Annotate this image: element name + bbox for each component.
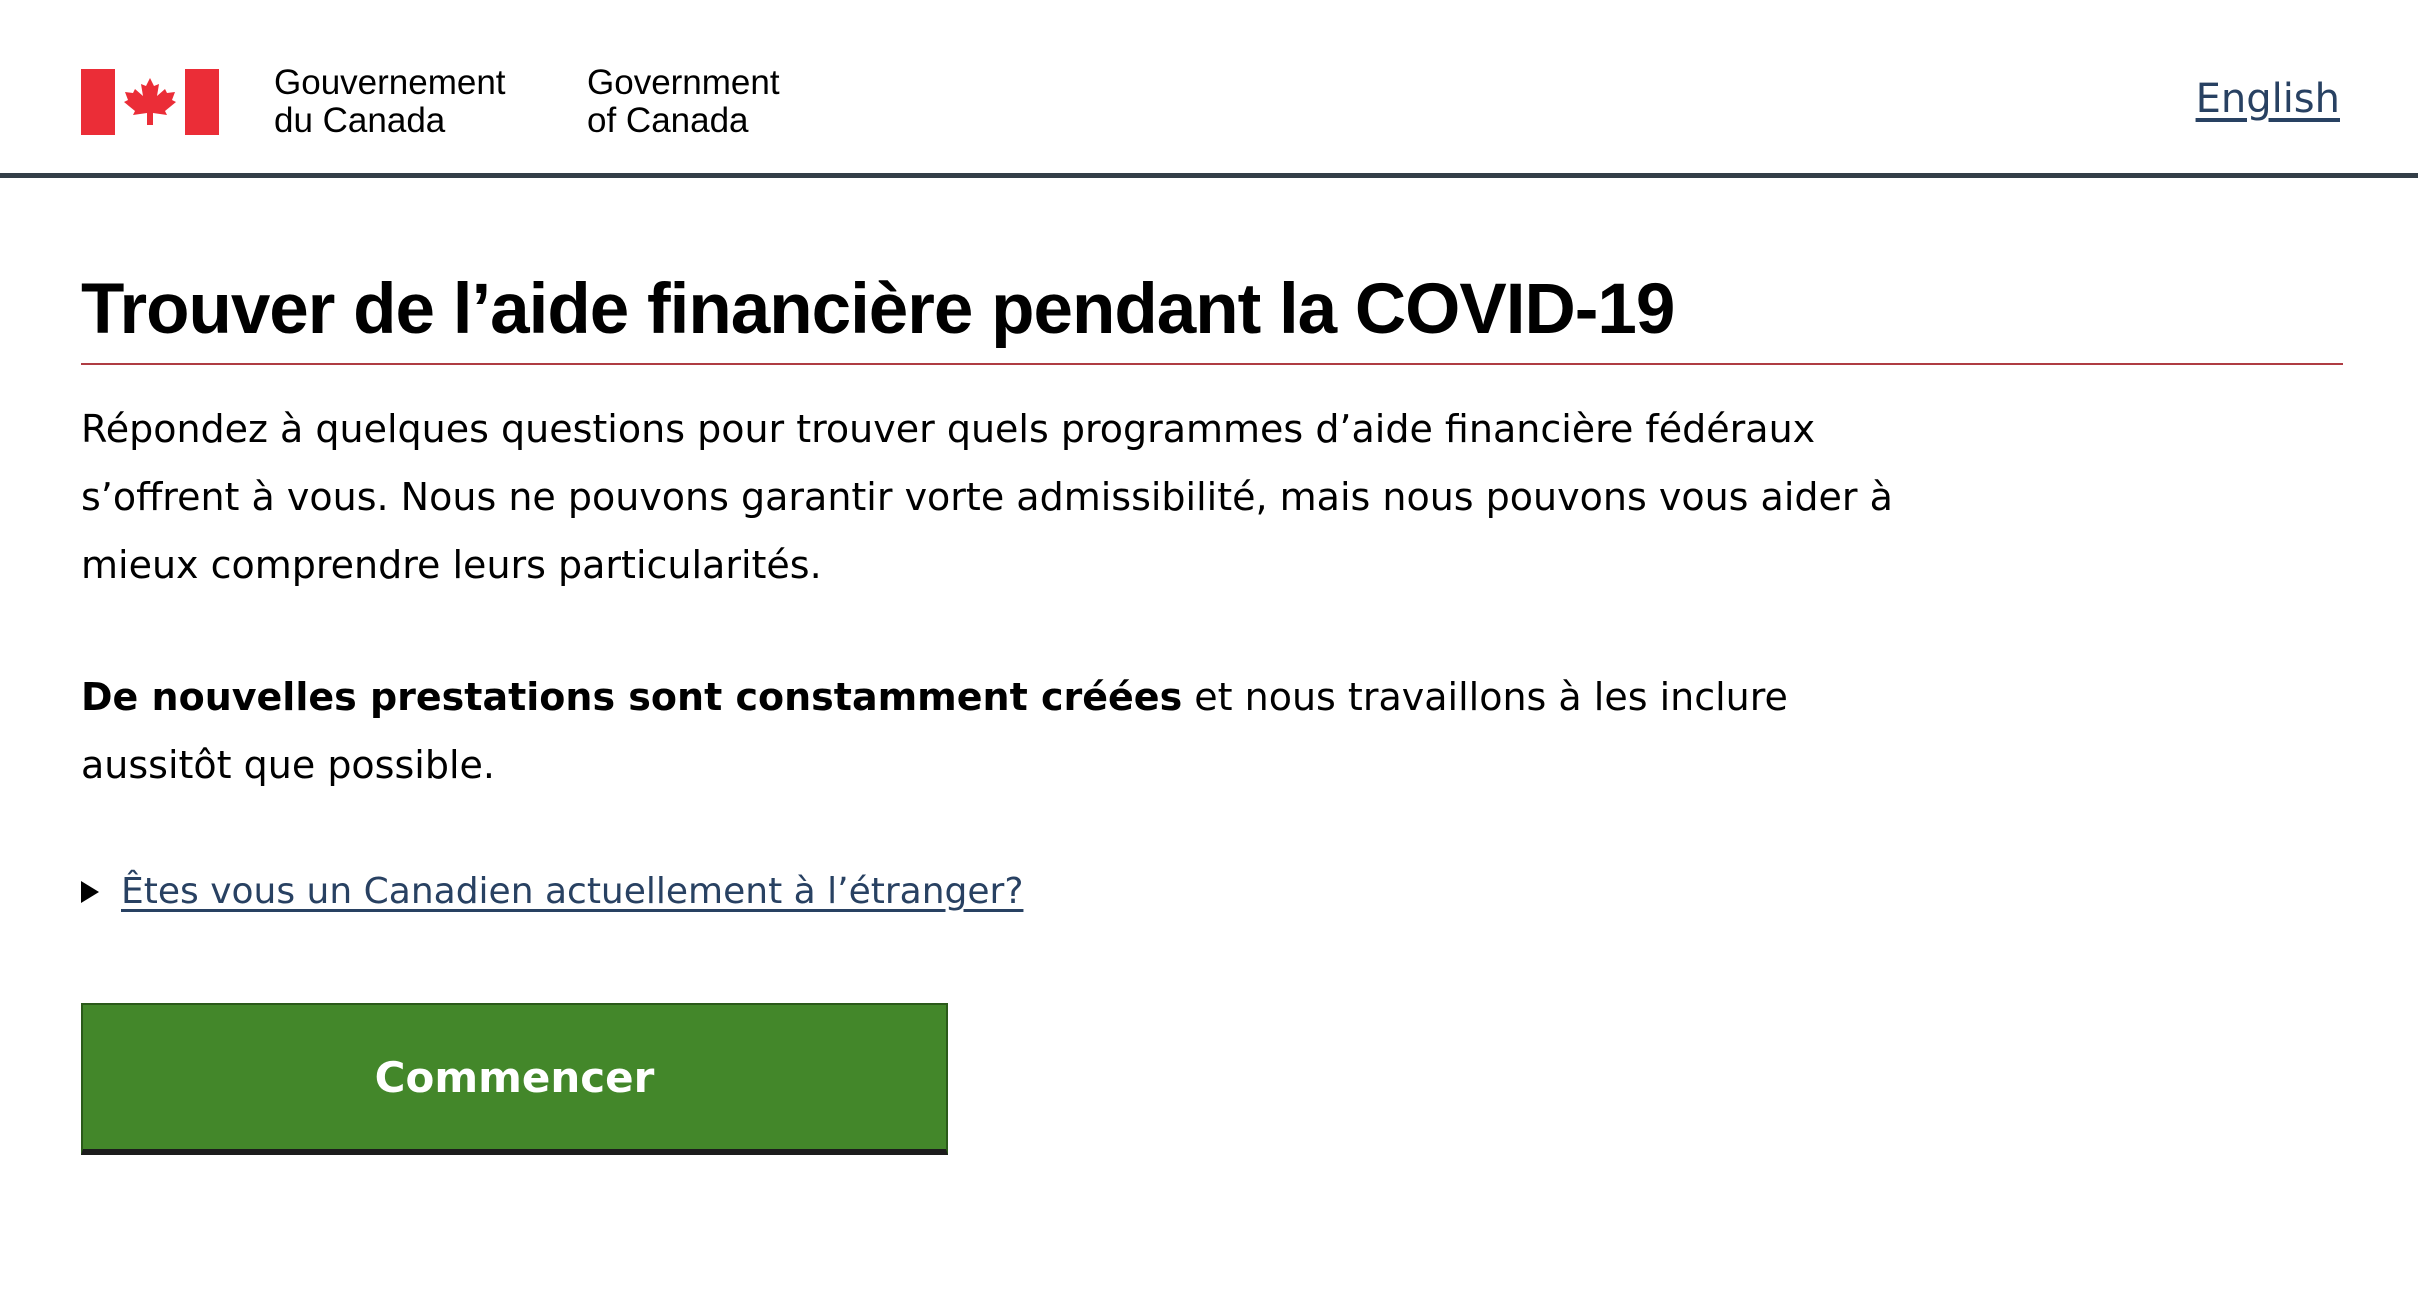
wordmark-english-line2: of Canada [587, 101, 749, 140]
wordmark-french-line2: du Canada [274, 101, 446, 140]
notice-bold-text: De nouvelles prestations sont constammen… [81, 675, 1183, 719]
start-button[interactable]: Commencer [81, 1003, 948, 1155]
main-content: Trouver de l’aide financière pendant la … [81, 265, 2343, 912]
wordmark-french-line1: Gouvernement [274, 63, 506, 102]
abroad-details-toggle[interactable]: Êtes vous un Canadien actuellement à l’é… [81, 871, 2343, 912]
intro-paragraph: Répondez à quelques questions pour trouv… [81, 407, 1893, 587]
language-toggle-link[interactable]: English [2196, 76, 2340, 122]
site-header: Gouvernement du Canada Government of Can… [0, 0, 2418, 178]
abroad-details-summary[interactable]: Êtes vous un Canadien actuellement à l’é… [121, 871, 1023, 912]
canada-flag-icon [81, 69, 219, 135]
triangle-right-icon[interactable] [81, 880, 99, 903]
notice-paragraph: De nouvelles prestations sont constammen… [81, 663, 1901, 799]
page-title: Trouver de l’aide financière pendant la … [81, 265, 2343, 365]
wordmark-english-line1: Government [587, 63, 780, 102]
wordmark-french: Gouvernement du Canada [274, 64, 506, 140]
wordmark-english: Government of Canada [587, 64, 780, 140]
